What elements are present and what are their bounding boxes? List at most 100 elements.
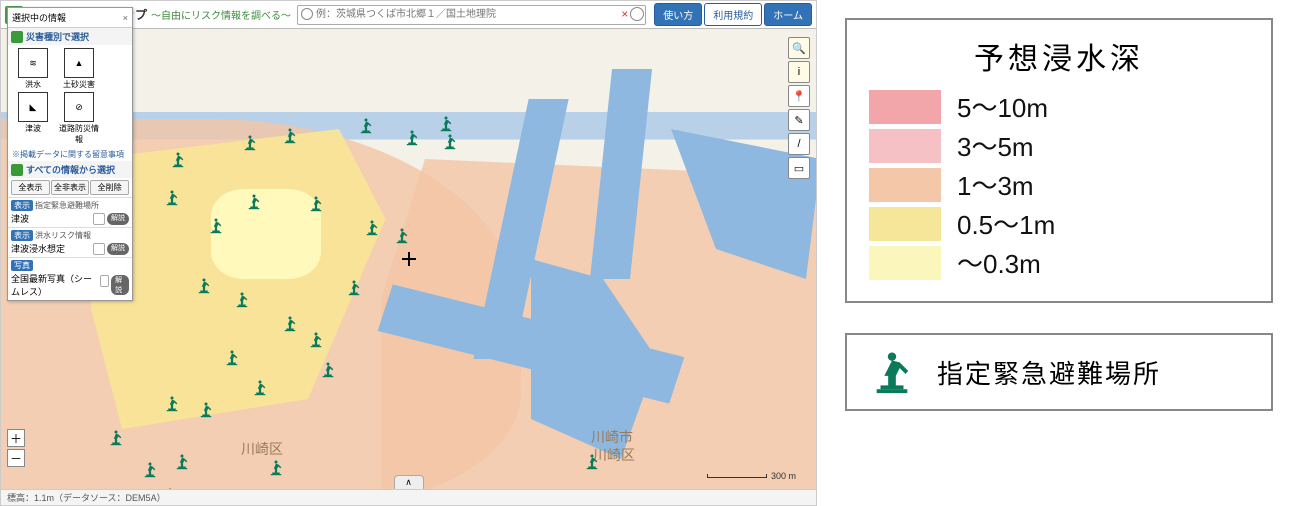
evac-marker[interactable] <box>163 189 181 207</box>
show-all-button[interactable]: 全表示 <box>11 180 50 195</box>
layer-item-0: 表示指定緊急避難場所津波解説 <box>8 197 132 227</box>
layer-item-2: 写真全国最新写真（シームレス） 解説 <box>8 257 132 300</box>
status-footer: 標高：1.1m（データソース：DEM5A） <box>1 489 816 505</box>
evac-site-icon <box>869 349 915 395</box>
evac-marker[interactable] <box>403 129 421 147</box>
bulk-action-row: 全表示 全非表示 全削除 <box>8 178 132 197</box>
evac-marker[interactable] <box>245 193 263 211</box>
evac-marker[interactable] <box>345 279 363 297</box>
evac-marker[interactable] <box>197 401 215 419</box>
legend-row-2: 1～3m <box>869 166 1249 203</box>
evac-marker[interactable] <box>169 151 187 169</box>
evac-marker[interactable] <box>195 277 213 295</box>
layer-category: 指定緊急避難場所 <box>35 201 99 210</box>
evac-marker[interactable] <box>251 379 269 397</box>
layer-legend-button[interactable]: 解説 <box>107 213 129 225</box>
evac-marker[interactable] <box>307 331 325 349</box>
map-toolbox: 🔍i📍✎/▭ <box>788 37 810 181</box>
layer-legend-button[interactable]: 解説 <box>107 243 129 255</box>
disaster-icon-1[interactable]: ▲土砂災害 <box>57 48 101 90</box>
legend-row-label: 1～3m <box>957 166 1034 203</box>
disaster-icon-label: 津波 <box>25 123 41 134</box>
howto-button[interactable]: 使い方 <box>654 3 702 26</box>
layer-legend-button[interactable]: 解説 <box>111 275 129 295</box>
disaster-glyph-icon: ⊘ <box>64 92 94 122</box>
legend-title: 予想浸水深 <box>869 34 1249 78</box>
flood-depth-legend: 予想浸水深 5～10m3～5m1～3m0.5～1m～0.3m <box>845 18 1273 303</box>
map-tool-0[interactable]: 🔍 <box>788 37 810 59</box>
data-notice-link[interactable]: ※掲載データに関する留意事項 <box>8 148 132 161</box>
evac-marker[interactable] <box>437 115 455 133</box>
search-icon <box>301 8 313 20</box>
disaster-icon-row: ≋洪水▲土砂災害◣津波⊘道路防災情報 <box>8 45 132 148</box>
disaster-glyph-icon: ◣ <box>18 92 48 122</box>
evac-marker[interactable] <box>241 134 259 152</box>
clear-search-icon[interactable]: × <box>621 7 628 21</box>
hazard-map-app: 重 重ねるハザードマップ ～自由にリスク情報を調べる～ × 使い方 利用規約 ホ… <box>0 0 817 506</box>
section-all-info: すべての情報から選択 <box>8 161 132 178</box>
section-disaster-label: 災害種別で選択 <box>26 30 89 43</box>
evac-marker[interactable] <box>223 349 241 367</box>
legend-row-0: 5～10m <box>869 88 1249 125</box>
evac-marker[interactable] <box>583 453 601 471</box>
disaster-icon-label: 土砂災害 <box>63 79 95 90</box>
home-button[interactable]: ホーム <box>764 3 812 26</box>
evac-marker[interactable] <box>441 133 459 151</box>
evac-marker[interactable] <box>393 227 411 245</box>
disaster-icon-label: 道路防災情報 <box>57 123 101 145</box>
layer-tag: 表示 <box>11 200 33 211</box>
evac-marker[interactable] <box>207 217 225 235</box>
legend-column: 予想浸水深 5～10m3～5m1～3m0.5～1m～0.3m 指定緊急避難場所 <box>817 0 1293 506</box>
layer-visibility-toggle[interactable] <box>93 243 105 255</box>
zoom-in-button[interactable]: ＋ <box>7 429 25 447</box>
evac-marker[interactable] <box>319 361 337 379</box>
disaster-icon-3[interactable]: ⊘道路防災情報 <box>57 92 101 145</box>
disaster-icon-2[interactable]: ◣津波 <box>11 92 55 145</box>
disaster-icon-0[interactable]: ≋洪水 <box>11 48 55 90</box>
collapse-panel-icon[interactable]: ∧ <box>394 475 424 489</box>
layer-name: 全国最新写真（シームレス） <box>11 272 100 298</box>
layer-tag: 表示 <box>11 230 33 241</box>
map-tool-5[interactable]: ▭ <box>788 157 810 179</box>
legend-row-1: 3～5m <box>869 127 1249 164</box>
label-kawasaki-ku-1: 川崎区 <box>241 439 283 459</box>
evac-marker[interactable] <box>281 127 299 145</box>
evac-marker[interactable] <box>267 459 285 477</box>
legend-rows: 5～10m3～5m1～3m0.5～1m～0.3m <box>869 88 1249 281</box>
map-tool-4[interactable]: / <box>788 133 810 155</box>
evac-marker[interactable] <box>233 291 251 309</box>
map-tool-2[interactable]: 📍 <box>788 85 810 107</box>
zoom-out-button[interactable]: － <box>7 449 25 467</box>
evac-marker[interactable] <box>363 219 381 237</box>
search-input[interactable] <box>297 5 646 25</box>
map-crosshair-icon <box>402 252 416 266</box>
terms-button[interactable]: 利用規約 <box>704 3 762 26</box>
evac-marker[interactable] <box>281 315 299 333</box>
evac-marker[interactable] <box>163 395 181 413</box>
label-kawasaki-shi: 川崎市 <box>591 427 633 447</box>
evac-marker[interactable] <box>107 429 125 447</box>
search-container: × <box>297 5 646 25</box>
evac-marker[interactable] <box>307 195 325 213</box>
search-go-icon[interactable] <box>630 7 644 21</box>
layer-visibility-toggle[interactable] <box>93 213 105 225</box>
side-panel-header: 選択中の情報 × <box>8 8 132 28</box>
map-tool-3[interactable]: ✎ <box>788 109 810 131</box>
legend-swatch <box>869 168 941 202</box>
map-tool-1[interactable]: i <box>788 61 810 83</box>
clear-all-button[interactable]: 全削除 <box>90 180 129 195</box>
layer-tag: 写真 <box>11 260 33 271</box>
legend-row-label: ～0.3m <box>957 244 1041 281</box>
layer-category: 洪水リスク情報 <box>35 231 91 240</box>
hide-all-button[interactable]: 全非表示 <box>51 180 90 195</box>
evac-marker[interactable] <box>357 117 375 135</box>
layer-visibility-toggle[interactable] <box>100 275 109 287</box>
side-panel-title: 選択中の情報 <box>12 11 66 24</box>
evac-marker[interactable] <box>173 453 191 471</box>
app-subtitle: ～自由にリスク情報を調べる～ <box>151 7 291 22</box>
evac-marker[interactable] <box>141 461 159 479</box>
section-chip-icon-2 <box>11 164 23 176</box>
scale-bar-label: 300 m <box>771 471 796 481</box>
close-panel-icon[interactable]: × <box>123 13 128 23</box>
layer-name: 津波浸水想定 <box>11 242 65 255</box>
